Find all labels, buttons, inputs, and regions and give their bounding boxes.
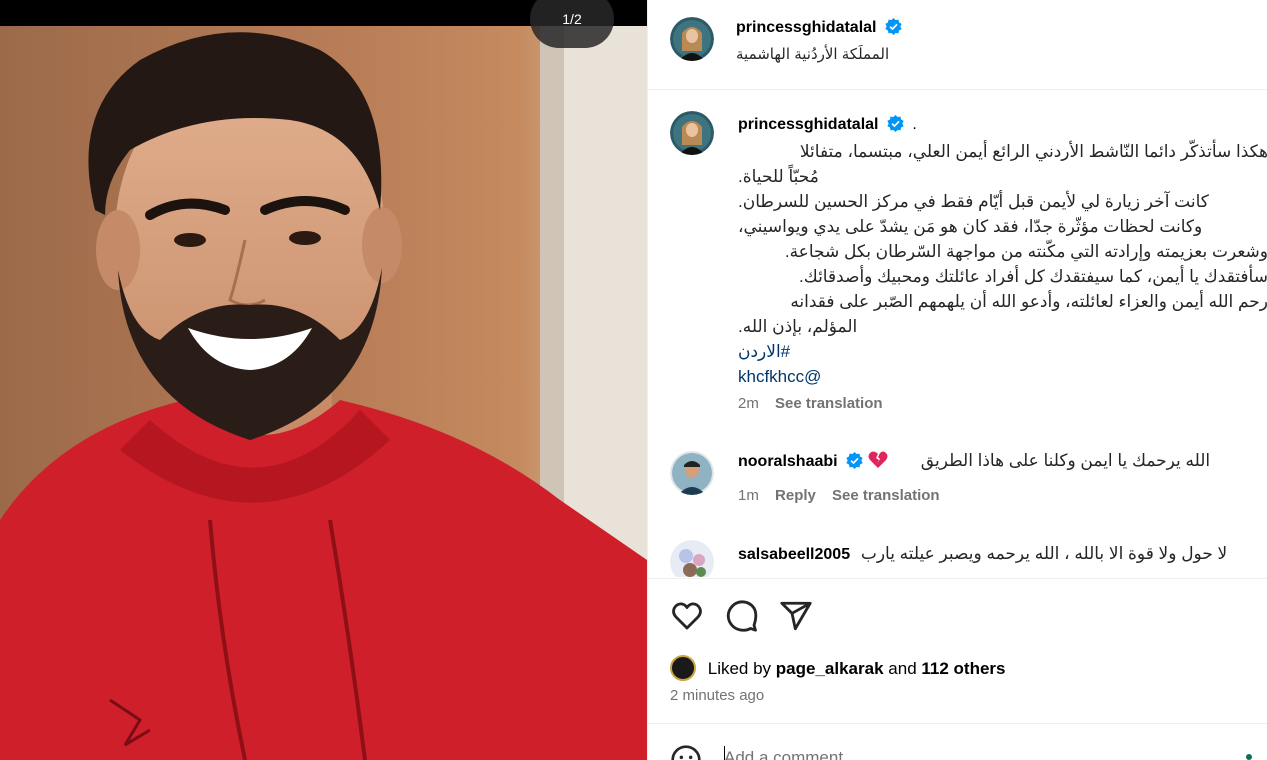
commenter-avatar[interactable] xyxy=(670,451,714,495)
caption-line: رحم الله أيمن والعزاء لعائلته، وأدعو الل… xyxy=(790,292,1267,311)
caption-time: 2m xyxy=(738,395,759,412)
see-translation-button[interactable]: See translation xyxy=(832,487,940,504)
liker-username[interactable]: page_alkarak xyxy=(776,659,884,678)
add-comment-bar xyxy=(648,723,1267,760)
caption-username[interactable]: princessghidatalal xyxy=(738,116,879,133)
comments-section[interactable]: princessghidatalal . هكذا سأتذكّر دائما … xyxy=(648,91,1267,577)
post-actions: Liked by page_alkarak and 112 others 2 m… xyxy=(648,578,1267,723)
likes-conj: and xyxy=(888,659,917,678)
caption-line: مُحبّاً للحياة. xyxy=(738,167,819,186)
liker-avatar[interactable] xyxy=(670,655,696,681)
text-cursor xyxy=(724,746,725,760)
see-translation-button[interactable]: See translation xyxy=(775,395,883,412)
caption-line: سأفتقدك يا أيمن، كما سيفتقدك كل أفراد عا… xyxy=(799,267,1267,286)
caption-dot: . xyxy=(912,116,917,133)
verified-badge-icon xyxy=(887,115,904,132)
like-heart-icon[interactable] xyxy=(670,599,704,633)
caption-line: هكذا سأتذكّر دائما النّاشط الأردني الرائ… xyxy=(799,142,1267,161)
comment-username[interactable]: salsabeell2005 xyxy=(738,546,850,563)
author-avatar[interactable] xyxy=(670,17,714,61)
caption-line: وشعرت بعزيمته وإرادته التي مكّنته من موا… xyxy=(784,242,1267,261)
comment-username[interactable]: nooralshaabi xyxy=(738,453,838,470)
caption-username-row: princessghidatalal . xyxy=(738,115,917,134)
caption-line: المؤلم، بإذن الله. xyxy=(738,317,858,336)
caption-author-avatar[interactable] xyxy=(670,111,714,155)
caption-meta: 2m See translation xyxy=(738,395,895,412)
comment-item: nooralshaabi الله يرحمك يا ايمن وكلنا عل… xyxy=(738,451,1210,471)
status-dot-icon xyxy=(1246,754,1252,760)
comment-time: 1m xyxy=(738,487,759,504)
reply-button[interactable]: Reply xyxy=(775,487,816,504)
author-username-row: princessghidatalal xyxy=(736,18,902,37)
caption-line: وكانت لحظات مؤثّرة جدّا، فقد كان هو مَن … xyxy=(738,217,1203,236)
post-panel: princessghidatalal المملَكة الأردُنية ال… xyxy=(647,0,1267,760)
likes-prefix: Liked by xyxy=(707,659,772,678)
comment-input[interactable] xyxy=(724,746,1204,760)
post-image[interactable]: 1/2 xyxy=(0,0,647,760)
hashtag-link[interactable]: #الاردن xyxy=(738,339,1267,364)
mention-link[interactable]: khcfkhcc@ xyxy=(738,364,1267,389)
likes-summary[interactable]: Liked by page_alkarak and 112 others xyxy=(670,655,1006,681)
comment-text: الله يرحمك يا ايمن وكلنا على هاذا الطريق xyxy=(920,451,1211,470)
comment-text: لا حول ولا قوة الا بالله ، الله يرحمه وي… xyxy=(860,544,1228,563)
comment-bubble-icon[interactable] xyxy=(725,599,759,633)
emoji-picker-icon[interactable] xyxy=(670,744,702,760)
commenter-avatar[interactable] xyxy=(670,540,714,577)
caption-line: كانت آخر زيارة لي لأيمن قبل أيّام فقط في… xyxy=(738,192,1209,211)
portrait-illustration xyxy=(0,0,647,760)
broken-heart-icon xyxy=(868,451,888,468)
likes-others[interactable]: 112 others xyxy=(921,659,1005,678)
comment-meta: 1m Reply See translation xyxy=(738,487,952,504)
author-username[interactable]: princessghidatalal xyxy=(736,19,877,36)
caption-text: هكذا سأتذكّر دائما النّاشط الأردني الرائ… xyxy=(738,139,1267,389)
post-timestamp[interactable]: 2 minutes ago xyxy=(670,687,764,704)
verified-badge-icon xyxy=(846,452,863,469)
verified-badge-icon xyxy=(885,18,902,35)
media-counter: 1/2 xyxy=(530,0,614,48)
comment-item: salsabeell2005 لا حول ولا قوة الا بالله … xyxy=(738,544,1267,564)
post-location[interactable]: المملَكة الأردُنية الهاشمية xyxy=(736,45,889,63)
share-paper-plane-icon[interactable] xyxy=(779,599,813,633)
post-header: princessghidatalal المملَكة الأردُنية ال… xyxy=(648,0,1267,90)
